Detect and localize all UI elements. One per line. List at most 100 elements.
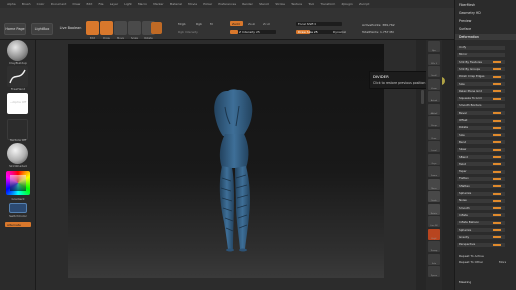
palette-header-surface[interactable]: Surface: [455, 26, 516, 32]
shelf-button-bpr[interactable]: Bpr: [428, 41, 440, 52]
brush-thumbnail[interactable]: [151, 22, 162, 34]
dynamic-toggle[interactable]: Dynamic: [333, 30, 346, 34]
menu-item-file[interactable]: File: [95, 0, 106, 8]
live-boolean-button[interactable]: Live Boolean: [58, 23, 83, 35]
z-intensity-slider[interactable]: Z Intensity 25: [230, 30, 276, 34]
shelf-button-scale[interactable]: Scale: [428, 191, 440, 202]
deformation-relax-plane-grid[interactable]: Relax Plane Grid: [457, 89, 505, 94]
deformation-mirror[interactable]: Mirror: [457, 52, 505, 57]
deformation-rotate[interactable]: Rotate: [457, 125, 505, 130]
menu-item-transform[interactable]: Transform: [317, 0, 338, 8]
deformation-spherize[interactable]: Spherize: [457, 228, 505, 233]
deformation-spherize[interactable]: Spherize: [457, 191, 505, 196]
deformation-taper[interactable]: Taper: [457, 169, 505, 174]
deformation-smt-by-features[interactable]: Smt By Features: [457, 60, 505, 65]
shelf-button-transp[interactable]: Transp: [428, 241, 440, 252]
deformation-inflate-balloon[interactable]: Inflate Balloon: [457, 220, 505, 225]
shelf-button-rotate[interactable]: Rotate: [428, 203, 440, 215]
draw-tool-button[interactable]: Draw: [100, 21, 113, 40]
repeat-to-other-button[interactable]: Repeat To Other: [459, 260, 483, 264]
shelf-button-move[interactable]: Move: [428, 178, 440, 190]
deformation-unify[interactable]: Unify: [457, 45, 505, 50]
zadd-button[interactable]: Zadd: [230, 21, 243, 26]
palette-header-fibermesh[interactable]: FiberMesh: [455, 2, 516, 8]
menu-item-brush[interactable]: Brush: [19, 0, 34, 8]
deformation-noise[interactable]: Noise: [457, 198, 505, 203]
deformation-inflate[interactable]: Inflate: [457, 213, 505, 218]
shelf-button-floor[interactable]: Floor: [428, 128, 440, 140]
more-button[interactable]: More: [499, 260, 506, 264]
lightbox-button[interactable]: LightBox: [31, 23, 53, 35]
shelf-button-xpose[interactable]: Xpose: [428, 266, 440, 277]
shelf-button-spix-3[interactable]: SPix 3: [428, 53, 440, 65]
alternate-button[interactable]: Alternate: [5, 222, 31, 227]
deformation-offset[interactable]: Offset: [457, 118, 505, 123]
shelf-button-solo[interactable]: Solo: [428, 253, 440, 265]
shelf-button-persp[interactable]: Persp: [428, 116, 440, 127]
shelf-button-line-fill[interactable]: Line Fill: [428, 216, 440, 227]
menu-item-render[interactable]: Render: [239, 0, 256, 8]
switch-color-swatch[interactable]: [9, 203, 27, 213]
menu-item-texture[interactable]: Texture: [288, 0, 305, 8]
shelf-button-frame[interactable]: Frame: [428, 166, 440, 177]
menu-item-picker[interactable]: Picker: [200, 0, 215, 8]
menu-item-stencil[interactable]: Stencil: [256, 0, 272, 8]
deformation-size[interactable]: Size: [457, 133, 505, 138]
stroke-thumbnail[interactable]: [7, 66, 28, 87]
rgb-intensity-slider[interactable]: Rgb Intensity: [178, 30, 198, 34]
deformation-smt-by-groups[interactable]: Smt By Groups: [457, 67, 505, 72]
document-viewport[interactable]: [68, 44, 384, 278]
deformation-flatten[interactable]: Flatten: [457, 176, 505, 181]
deformation-skew[interactable]: Skew: [457, 147, 505, 152]
m-button[interactable]: M: [210, 22, 213, 26]
menu-item-macro[interactable]: Macro: [135, 0, 150, 8]
menu-item-alpha[interactable]: Alpha: [4, 0, 19, 8]
brush-thumbnail-left[interactable]: [7, 40, 28, 61]
shelf-button-zoom[interactable]: Zoom: [428, 78, 440, 90]
menu-item-zplugin[interactable]: Zplugin: [338, 0, 356, 8]
menu-item-layer[interactable]: Layer: [107, 0, 122, 8]
shelf-button-polyf[interactable]: PolyF: [428, 228, 440, 240]
shelf-button-actual[interactable]: Actual: [428, 91, 440, 102]
shelf-button-aahalf[interactable]: AAHalf: [428, 103, 440, 115]
shelf-button-gxyz[interactable]: Gxyz: [428, 153, 440, 165]
edit-tool-button[interactable]: Edit: [86, 21, 99, 40]
menu-item-movie[interactable]: Movie: [185, 0, 200, 8]
menu-item-document[interactable]: Document: [48, 0, 70, 8]
menu-item-light[interactable]: Light: [121, 0, 135, 8]
palette-header-geometry-hd[interactable]: Geometry HD: [455, 10, 516, 16]
deformation-twist[interactable]: Twist: [457, 162, 505, 167]
menu-item-color[interactable]: Color: [34, 0, 48, 8]
deformation-gravity[interactable]: Gravity: [457, 235, 505, 240]
menu-item-draw[interactable]: Draw: [69, 0, 83, 8]
menu-item-marker[interactable]: Marker: [150, 0, 167, 8]
deformation-squeeze-to-grid[interactable]: Squeeze To Grid: [457, 96, 505, 101]
home-page-button[interactable]: Home Page: [4, 23, 26, 35]
shelf-button-scroll[interactable]: Scroll: [428, 66, 440, 77]
zsub-button[interactable]: Zsub: [248, 22, 255, 26]
move-tool-button[interactable]: Move: [114, 21, 127, 40]
divider-handle[interactable]: [421, 90, 424, 104]
repeat-to-active-button[interactable]: Repeat To Active: [459, 254, 484, 258]
menu-item-tool[interactable]: Tool: [305, 0, 317, 8]
rgb-button[interactable]: Rgb: [196, 22, 202, 26]
material-thumbnail[interactable]: [7, 143, 28, 164]
palette-header-deformation[interactable]: Deformation: [455, 34, 516, 40]
deformation-size[interactable]: Size: [457, 82, 505, 87]
mrgb-button[interactable]: Mrgb: [178, 22, 186, 26]
color-picker[interactable]: [6, 171, 30, 195]
deformation-bend[interactable]: Bend: [457, 140, 505, 145]
menu-item-material[interactable]: Material: [167, 0, 185, 8]
deformation-sbend[interactable]: SBend: [457, 155, 505, 160]
palette-header-preview[interactable]: Preview: [455, 18, 516, 24]
zcut-button[interactable]: Zcut: [263, 22, 270, 26]
shelf-button-local[interactable]: Local: [428, 141, 440, 152]
deformation-bevel[interactable]: Bevel: [457, 111, 505, 116]
deformation-sflatten[interactable]: Sflatten: [457, 184, 505, 189]
menu-item-edit[interactable]: Edit: [83, 0, 95, 8]
deformation-perspective[interactable]: Perspective: [457, 242, 505, 247]
menu-item-stroke[interactable]: Stroke: [272, 0, 288, 8]
deformation-smooth[interactable]: Smooth: [457, 206, 505, 211]
texture-thumbnail[interactable]: [7, 119, 28, 140]
deformation-polish-crisp-edges[interactable]: Polish Crisp Edges: [457, 74, 505, 79]
